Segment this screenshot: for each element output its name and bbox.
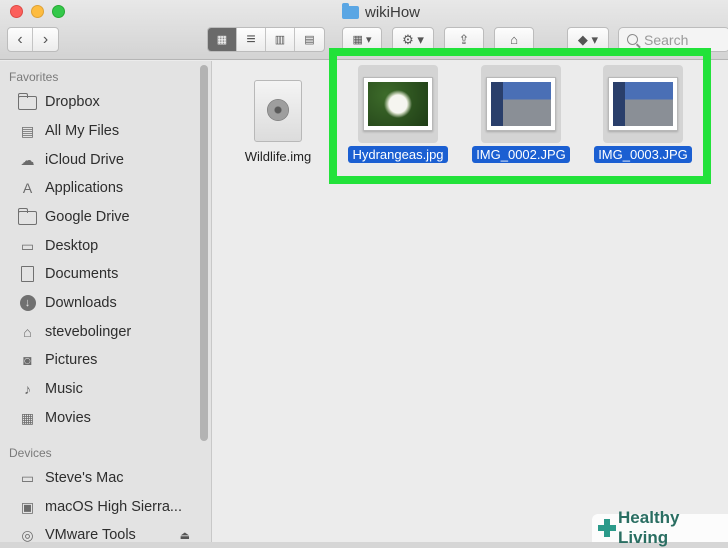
home-icon: ⌂ [23, 324, 32, 340]
sidebar-item-label: Documents [45, 266, 119, 282]
film-icon: ▦ [20, 409, 35, 426]
folder-icon [342, 2, 359, 19]
zoom-button[interactable] [52, 5, 65, 18]
search-placeholder: Search [644, 31, 689, 48]
downloads-icon: ↓ [18, 295, 37, 312]
back-forward-control: ‹ › [7, 27, 59, 52]
sidebar-item-music[interactable]: ♪ Music [0, 376, 200, 402]
columns-icon: ▥ [274, 34, 286, 46]
music-icon: ♪ [24, 381, 31, 397]
sidebar-scrollbar[interactable] [200, 65, 208, 441]
sidebar-item-documents[interactable]: Documents [0, 261, 200, 287]
view-mode-control: ▦ ≡ ▥ ▤ [207, 27, 325, 52]
forward-button[interactable]: › [33, 28, 58, 51]
devices-header: Devices [9, 446, 52, 460]
sidebar-item-label: Applications [45, 180, 124, 196]
selection-highlight-box [329, 48, 711, 184]
sidebar-item-label: Steve's Mac [45, 470, 124, 486]
dropbox-icon: ◆ ▾ [577, 31, 599, 47]
sidebar-item-vmware-tools[interactable]: ◎ VMware Tools ⏏ [0, 522, 200, 543]
desktop-icon: ▭ [20, 237, 35, 254]
sidebar-item-label: Desktop [45, 238, 99, 254]
computer-icon: ▭ [20, 469, 35, 486]
finder-window: wikiHow ‹ › ▦ ≡ ▥ ▤ ▦ ▾ ⚙ ▾ ⇪ ⌂ ◆ ▾ Sear… [0, 0, 728, 547]
minimize-button[interactable] [31, 5, 44, 18]
sidebar-item-label: All My Files [45, 123, 120, 139]
sidebar-item-macos-high-sierra[interactable]: ▣ macOS High Sierra... [0, 494, 200, 520]
share-icon: ⇪ [458, 31, 470, 47]
search-icon [627, 34, 638, 45]
all-files-icon: ▤ [20, 122, 35, 139]
sidebar-item-google-drive[interactable]: Google Drive [0, 204, 200, 230]
sidebar-item-icloud-drive[interactable]: ☁ iCloud Drive [0, 147, 200, 173]
disk-icon: ▣ [20, 498, 35, 515]
sidebar-item-label: macOS High Sierra... [45, 499, 182, 515]
file-name: Wildlife.img [244, 149, 312, 164]
sidebar-item-label: Google Drive [45, 209, 130, 225]
gear-icon: ⚙ ▾ [402, 31, 424, 47]
cover-flow-button[interactable]: ▤ [295, 28, 324, 51]
sidebar-item-label: Music [45, 381, 83, 397]
documents-icon [18, 266, 37, 283]
arrange-icon: ▦ ▾ [352, 34, 372, 46]
sidebar: Favorites Dropbox ▤ All My Files ☁ iClou… [0, 61, 212, 542]
folder-icon [17, 93, 37, 111]
watermark-text: Healthy Living [618, 508, 680, 547]
plus-icon [598, 519, 617, 537]
sidebar-item-label: Movies [45, 410, 91, 426]
sidebar-item-applications[interactable]: A Applications [0, 175, 200, 201]
chevron-right-icon: › [42, 30, 49, 48]
cloud-icon: ☁ [20, 151, 35, 168]
sidebar-item-dropbox[interactable]: Dropbox [0, 89, 200, 115]
icon-view-button[interactable]: ▦ [208, 28, 237, 51]
file-item-wildlife[interactable]: Wildlife.img [228, 67, 328, 165]
favorites-header: Favorites [9, 70, 59, 84]
tag-icon: ⌂ [510, 32, 518, 47]
sidebar-item-label: VMware Tools [45, 527, 136, 542]
back-button[interactable]: ‹ [8, 28, 33, 51]
list-view-button[interactable]: ≡ [237, 28, 266, 51]
chevron-left-icon: ‹ [17, 30, 23, 48]
window-title: wikiHow [342, 2, 421, 21]
sidebar-item-all-my-files[interactable]: ▤ All My Files [0, 118, 200, 144]
window-title-text: wikiHow [365, 3, 421, 21]
disc-icon: ◎ [21, 526, 34, 543]
sidebar-item-home[interactable]: ⌂ stevebolinger [0, 319, 200, 345]
cover-flow-icon: ▤ [304, 34, 315, 46]
column-view-button[interactable]: ▥ [266, 28, 295, 51]
watermark: Healthy Living [592, 508, 728, 547]
list-icon: ≡ [246, 30, 256, 48]
eject-icon[interactable]: ⏏ [180, 529, 190, 542]
close-button[interactable] [10, 5, 23, 18]
disk-image-icon [238, 67, 318, 145]
sidebar-item-desktop[interactable]: ▭ Desktop [0, 233, 200, 259]
sidebar-item-steves-mac[interactable]: ▭ Steve's Mac [0, 465, 200, 491]
sidebar-item-downloads[interactable]: ↓ Downloads [0, 290, 200, 316]
applications-icon: A [22, 180, 33, 196]
camera-icon: ◙ [23, 352, 32, 368]
sidebar-item-movies[interactable]: ▦ Movies [0, 405, 200, 431]
grid-icon: ▦ [216, 34, 228, 46]
sidebar-item-label: iCloud Drive [45, 152, 124, 168]
sidebar-item-label: Downloads [45, 295, 117, 311]
sidebar-item-label: Pictures [45, 352, 98, 368]
sidebar-item-pictures[interactable]: ◙ Pictures [0, 347, 200, 373]
sidebar-item-label: Dropbox [45, 94, 100, 110]
sidebar-item-label: stevebolinger [45, 324, 132, 340]
folder-icon [17, 208, 37, 226]
